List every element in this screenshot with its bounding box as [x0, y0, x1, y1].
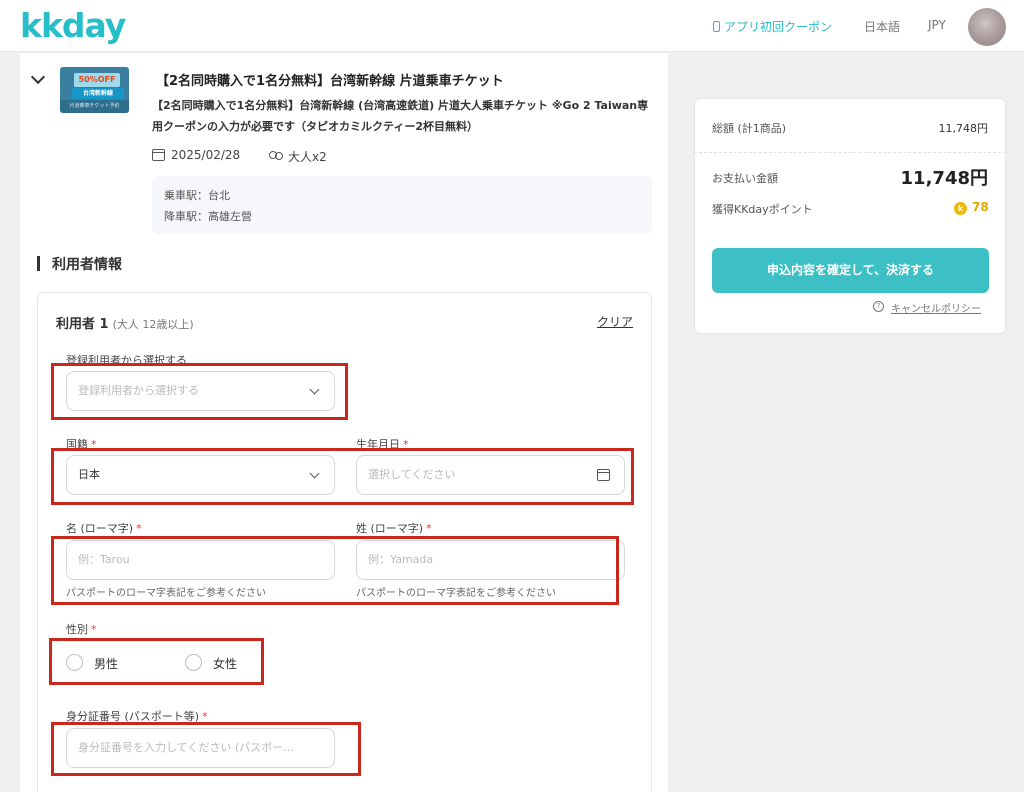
confirm-pay-button[interactable]: 申込内容を確定して、決済する [712, 248, 989, 293]
traveler-count-value: 大人x2 [288, 150, 327, 164]
required-mark: * [91, 623, 97, 636]
station-info: 乗車駅：台北 降車駅：高雄左營 [152, 176, 652, 234]
last-name-label: 姓 (ローマ字) * [356, 520, 432, 536]
highlight-box-saved-user [51, 363, 348, 420]
required-mark: * [426, 522, 432, 535]
highlight-box-gender [49, 638, 264, 685]
traveler-count: 大人x2 [268, 148, 327, 165]
points-value: 78 [972, 200, 989, 214]
thumb-sub: 片道乗車チケット予約 [60, 100, 129, 113]
total-value: 11,748円 [938, 122, 989, 135]
thumb-title: 台湾新幹線 [72, 88, 124, 99]
calendar-icon [152, 149, 165, 161]
first-name-label: 名 (ローマ字) * [66, 520, 142, 536]
user-avatar[interactable] [968, 8, 1006, 46]
top-header: kkday アプリ初回クーポン 日本語 JPY [0, 0, 1024, 52]
travel-date-value: 2025/02/28 [171, 148, 241, 162]
arrival-station: 降車駅：高雄左營 [164, 210, 252, 223]
highlight-box-nationality-birthday [51, 448, 634, 505]
traveler-heading-label: 利用者 1 [56, 317, 109, 332]
summary-divider [694, 152, 1006, 153]
kkday-coin-icon: k [954, 202, 967, 215]
product-description: 【2名同時購入で1名分無料】台湾新幹線 (台湾高速鉄道) 片道大人乗車チケット … [152, 99, 649, 133]
clear-button[interactable]: クリア [597, 313, 633, 330]
product-thumbnail: 50%OFF 台湾新幹線 片道乗車チケット予約 [60, 67, 129, 113]
points-label: 獲得KKdayポイント [712, 203, 813, 216]
thumb-badge: 50%OFF [74, 73, 120, 87]
traveler-age-note: (大人 12歳以上) [112, 318, 194, 331]
app-coupon-link[interactable]: アプリ初回クーポン [713, 18, 832, 35]
highlight-box-name [51, 536, 619, 605]
last-name-label-text: 姓 (ローマ字) [356, 522, 424, 535]
departure-station: 乗車駅：台北 [164, 189, 230, 202]
smartphone-icon [713, 21, 720, 32]
section-marker [37, 256, 40, 271]
gender-label-text: 性別 [66, 623, 88, 636]
travel-date: 2025/02/28 [152, 148, 240, 162]
required-mark: * [136, 522, 142, 535]
first-name-label-text: 名 (ローマ字) [66, 522, 134, 535]
highlight-box-id-number [51, 722, 361, 776]
question-icon: ? [873, 301, 884, 312]
total-label: 総額 (計1商品) [712, 122, 787, 135]
traveler-heading: 利用者 1 (大人 12歳以上) [56, 313, 194, 332]
payment-value: 11,748円 [900, 168, 988, 189]
gender-label: 性別 * [66, 621, 97, 637]
kkday-logo[interactable]: kkday [20, 6, 126, 45]
product-title: 【2名同時購入で1名分無料】台湾新幹線 片道乗車チケット [156, 74, 504, 89]
people-icon [268, 151, 284, 163]
payment-label: お支払い金額 [712, 172, 778, 185]
language-selector[interactable]: 日本語 [864, 18, 900, 35]
currency-selector[interactable]: JPY [928, 18, 946, 32]
section-title: 利用者情報 [52, 257, 122, 273]
cancel-policy-link[interactable]: キャンセルポリシー [891, 300, 981, 315]
app-coupon-label: アプリ初回クーポン [724, 20, 833, 34]
